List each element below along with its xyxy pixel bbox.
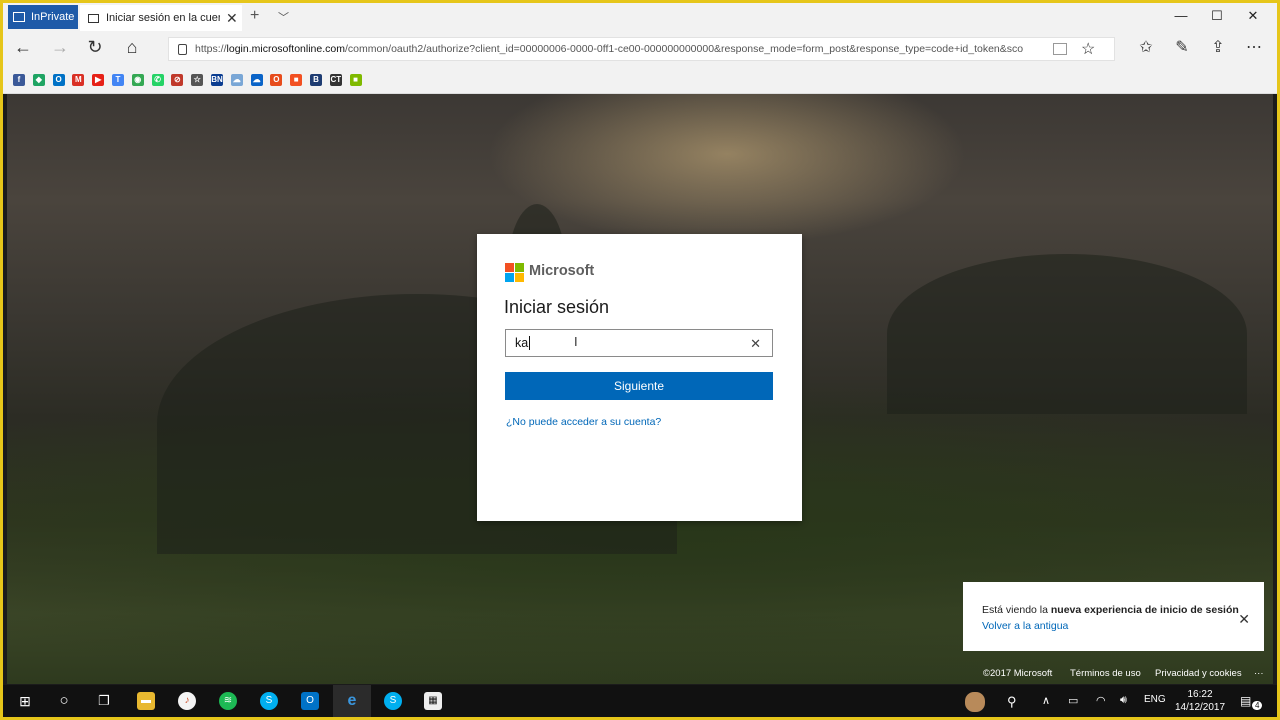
- maximize-button[interactable]: ☐: [1199, 8, 1235, 24]
- taskbar: ⊞ ○ ❐ ▬ ♪ ≋ S O e S ▦ ⚲ ∧ ▭ ◠ 🔊︎ ENG 16:…: [3, 685, 1277, 717]
- privacy-link[interactable]: Privacidad y cookies: [1155, 668, 1242, 679]
- microsoft-icon[interactable]: ■: [349, 74, 362, 86]
- navigation-bar: ← → ↻ ⌂ https://login.microsoftonline.co…: [3, 31, 1277, 65]
- text-caret: [529, 336, 531, 350]
- favorite-star-icon[interactable]: ☆: [1081, 39, 1095, 59]
- refresh-icon[interactable]: ↻: [83, 37, 107, 58]
- notice-text-bold: nueva experiencia de inicio de sesión: [1050, 604, 1239, 616]
- terms-link[interactable]: Términos de uso: [1070, 668, 1141, 679]
- minimize-button[interactable]: —: [1163, 8, 1199, 23]
- pen-icon[interactable]: ✎: [1170, 37, 1194, 57]
- cloud-icon[interactable]: ☁: [230, 74, 243, 86]
- system-clock[interactable]: 16:22 14/12/2017: [1175, 688, 1225, 714]
- home-icon[interactable]: ⌂: [120, 37, 144, 58]
- notice-text-plain: Está viendo la: [982, 604, 1051, 616]
- chevron-down-icon[interactable]: ﹀: [278, 9, 289, 25]
- skype-icon[interactable]: S: [260, 692, 278, 710]
- action-center-icon[interactable]: ▤: [1240, 694, 1251, 708]
- tab-bar: InPrivate Iniciar sesión en la cuen ✕ + …: [3, 3, 1277, 31]
- whatsapp-icon[interactable]: ✆: [151, 74, 164, 86]
- mountain-shape: [887, 254, 1247, 414]
- clear-icon[interactable]: ✕: [750, 336, 761, 352]
- gmail-icon[interactable]: M: [72, 74, 85, 86]
- reading-view-icon[interactable]: [1053, 43, 1067, 55]
- login-card: Microsoft Iniciar sesión ka ✕ I Siguient…: [477, 234, 802, 521]
- close-notice-icon[interactable]: ✕: [1238, 611, 1250, 628]
- wifi-icon[interactable]: ◠: [1096, 694, 1106, 707]
- clock-date: 14/12/2017: [1175, 702, 1226, 713]
- outlook-icon[interactable]: O: [301, 692, 319, 710]
- bn-icon[interactable]: BN: [211, 74, 223, 86]
- itunes-icon[interactable]: ♪: [178, 692, 196, 710]
- ct-icon[interactable]: CT: [329, 74, 342, 86]
- cortana-search-icon[interactable]: ○: [55, 692, 73, 710]
- footer-more-icon[interactable]: ···: [1254, 668, 1264, 679]
- url-host: login.microsoftonline.com: [226, 43, 345, 55]
- youtube-icon[interactable]: ▶: [92, 74, 105, 86]
- tab-close-icon[interactable]: ✕: [226, 10, 238, 27]
- inprivate-badge: InPrivate: [8, 5, 78, 29]
- tab-title: Iniciar sesión en la cuen: [106, 12, 220, 24]
- notification-count-badge: 4: [1252, 701, 1263, 710]
- more-options-icon[interactable]: ⋯: [1242, 37, 1266, 57]
- maps-icon[interactable]: ◉: [131, 74, 144, 86]
- cant-access-link[interactable]: ¿No puede acceder a su cuenta?: [506, 416, 661, 428]
- notice-text: Está viendo la nueva experiencia de inic…: [982, 604, 1239, 616]
- close-window-button[interactable]: ✕: [1235, 8, 1271, 24]
- facebook-icon[interactable]: f: [13, 74, 25, 86]
- outlook-icon[interactable]: O: [52, 74, 65, 86]
- skype-icon[interactable]: S: [384, 692, 402, 710]
- spotify-icon[interactable]: ≋: [219, 692, 237, 710]
- windows-start-icon[interactable]: ⊞: [16, 692, 34, 710]
- windows-icon[interactable]: ■: [290, 74, 303, 86]
- no-entry-icon[interactable]: ⊘: [171, 74, 184, 86]
- task-view-icon[interactable]: ❐: [95, 692, 113, 710]
- new-experience-notice: Está viendo la nueva experiencia de inic…: [963, 582, 1264, 651]
- favorites-hub-icon[interactable]: ✩: [1134, 37, 1158, 57]
- clock-time: 16:22: [1187, 689, 1213, 700]
- next-button[interactable]: Siguiente: [505, 372, 773, 400]
- edge-browser-icon[interactable]: e: [343, 692, 361, 710]
- volume-icon[interactable]: 🔊︎: [1120, 694, 1127, 707]
- language-indicator[interactable]: ENG: [1144, 694, 1166, 705]
- lock-icon: [178, 43, 187, 55]
- page-title: Iniciar sesión: [504, 297, 610, 317]
- chevron-up-icon[interactable]: ∧: [1042, 694, 1050, 707]
- avatar[interactable]: [965, 692, 985, 712]
- movie-clapper-icon[interactable]: ▦: [424, 692, 442, 710]
- new-tab-icon[interactable]: +: [250, 7, 259, 25]
- microsoft-logo-icon: [505, 263, 524, 282]
- office-icon[interactable]: O: [270, 74, 283, 86]
- favorite-star-icon[interactable]: ☆: [191, 74, 204, 86]
- next-button-label: Siguiente: [613, 379, 665, 393]
- email-field[interactable]: ka ✕: [505, 329, 773, 357]
- url-text: https://login.microsoftonline.com/common…: [195, 43, 1047, 55]
- brand-name: Microsoft: [529, 263, 595, 279]
- tab-signin[interactable]: Iniciar sesión en la cuen ✕: [80, 5, 242, 31]
- b-icon[interactable]: B: [310, 74, 322, 86]
- text-cursor-icon: I: [574, 334, 578, 349]
- inprivate-icon: [13, 12, 25, 22]
- file-explorer-icon[interactable]: ▬: [137, 692, 155, 710]
- translate-icon[interactable]: T: [112, 74, 124, 86]
- forward-arrow-icon[interactable]: →: [48, 37, 72, 58]
- email-value: ka: [515, 336, 529, 350]
- url-path: /common/oauth2/authorize?client_id=00000…: [344, 43, 1024, 55]
- page-icon: [88, 13, 99, 23]
- share-icon[interactable]: ⇪: [1206, 37, 1230, 57]
- people-icon[interactable]: ⚲: [1007, 694, 1017, 710]
- favorites-bar: f ◆ O M ▶ T ◉ ✆ ⊘ ☆ BN ☁ ☁ O ■ B CT ■: [3, 65, 1277, 94]
- go-back-link[interactable]: Volver a la antigua: [982, 620, 1068, 632]
- url-prefix: https://: [195, 43, 227, 55]
- inprivate-label: InPrivate: [31, 11, 75, 23]
- google-drive-icon[interactable]: ◆: [32, 74, 45, 86]
- back-arrow-icon[interactable]: ←: [11, 37, 35, 58]
- address-bar[interactable]: https://login.microsoftonline.com/common…: [168, 37, 1115, 61]
- battery-icon[interactable]: ▭: [1068, 694, 1078, 707]
- onedrive-icon[interactable]: ☁: [250, 74, 263, 86]
- copyright-text: ©2017 Microsoft: [983, 668, 1053, 679]
